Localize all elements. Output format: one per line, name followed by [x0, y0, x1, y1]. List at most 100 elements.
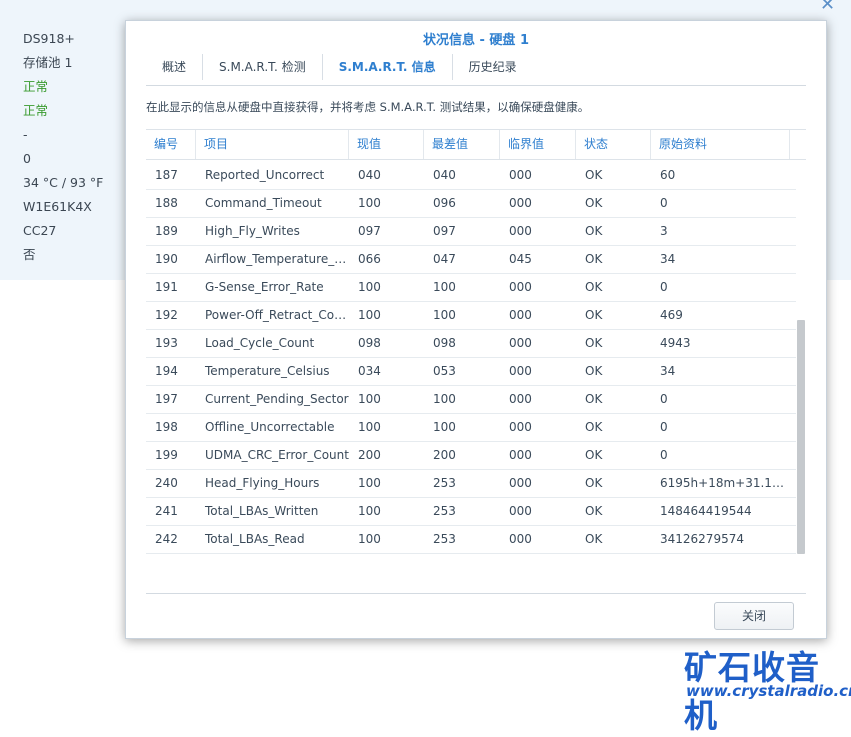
table-cell: OK	[585, 532, 603, 546]
table-cell: 100	[358, 392, 381, 406]
table-cell: Total_LBAs_Read	[205, 532, 305, 546]
table-row[interactable]: 193 Load_Cycle_Count 098 098 000 OK 4943	[146, 330, 796, 358]
background-info-item: 34 °C / 93 °F	[23, 175, 104, 190]
table-cell: 192	[155, 308, 178, 322]
table-cell: 000	[509, 476, 532, 490]
table-cell: 000	[509, 196, 532, 210]
close-button[interactable]: 关闭	[714, 602, 794, 630]
table-cell: G-Sense_Error_Rate	[205, 280, 324, 294]
table-row[interactable]: 241 Total_LBAs_Written 100 253 000 OK 14846441…	[146, 498, 796, 526]
table-cell: 197	[155, 392, 178, 406]
close-icon[interactable]: ✕	[820, 0, 835, 15]
table-cell: 100	[433, 420, 456, 434]
column-header-3[interactable]: 最差值	[424, 130, 500, 159]
table-row[interactable]: 191 G-Sense_Error_Rate 100 100 000 OK 0	[146, 274, 796, 302]
column-header-4[interactable]: 临界值	[500, 130, 576, 159]
table-cell: OK	[585, 504, 603, 518]
table-row[interactable]: 190 Airflow_Temperature_Cel 066 047 045 OK 34	[146, 246, 796, 274]
table-cell: 045	[509, 252, 532, 266]
table-cell: OK	[585, 336, 603, 350]
table-cell: UDMA_CRC_Error_Count	[205, 448, 349, 462]
table-cell: OK	[585, 224, 603, 238]
tab-2[interactable]: S.M.A.R.T. 信息	[321, 54, 452, 80]
table-row[interactable]: 189 High_Fly_Writes 097 097 000 OK 3	[146, 218, 796, 246]
column-header-0[interactable]: 编号	[146, 130, 196, 159]
table-cell: 100	[433, 308, 456, 322]
smart-table-body[interactable]: 242 Total_LBAs_Read 100 253 000 OK 34126279574…	[146, 162, 806, 555]
table-row[interactable]: 198 Offline_Uncorrectable 100 100 000 OK 0	[146, 414, 796, 442]
table-cell: OK	[585, 476, 603, 490]
table-cell: 0	[660, 448, 668, 462]
table-cell: Offline_Uncorrectable	[205, 420, 335, 434]
table-row[interactable]: 192 Power-Off_Retract_Count 100 100 000 OK 469	[146, 302, 796, 330]
table-cell: OK	[585, 168, 603, 182]
table-cell: 6195h+18m+31.123s	[660, 476, 790, 490]
table-cell: 253	[433, 476, 456, 490]
table-cell: 097	[433, 224, 456, 238]
table-cell: 047	[433, 252, 456, 266]
table-cell: 000	[509, 336, 532, 350]
table-cell: 0	[660, 392, 668, 406]
table-cell: OK	[585, 392, 603, 406]
table-cell: 097	[358, 224, 381, 238]
table-cell: 100	[358, 532, 381, 546]
table-cell: 000	[509, 448, 532, 462]
table-cell: 100	[358, 420, 381, 434]
table-cell: 3	[660, 224, 668, 238]
table-cell: 148464419544	[660, 504, 752, 518]
background-info-item: DS918+	[23, 31, 75, 46]
table-row[interactable]: 197 Current_Pending_Sector 100 100 000 OK 0	[146, 386, 796, 414]
table-cell: 191	[155, 280, 178, 294]
column-header-6[interactable]: 原始资料	[651, 130, 790, 159]
table-cell: 0	[660, 280, 668, 294]
scrollbar-thumb[interactable]	[797, 320, 805, 554]
table-cell: Power-Off_Retract_Count	[205, 308, 349, 322]
column-header-1[interactable]: 项目	[196, 130, 349, 159]
table-cell: Command_Timeout	[205, 196, 322, 210]
column-header-5[interactable]: 状态	[576, 130, 651, 159]
table-cell: 199	[155, 448, 178, 462]
table-cell: 0	[660, 196, 668, 210]
table-cell: 100	[358, 280, 381, 294]
column-header-2[interactable]: 现值	[349, 130, 424, 159]
table-header: 编号 项目 现值 最差值 临界值 状态 原始资料	[146, 129, 806, 160]
table-cell: 000	[509, 504, 532, 518]
table-cell: 253	[433, 532, 456, 546]
table-row[interactable]: 240 Head_Flying_Hours 100 253 000 OK 6195h+18m…	[146, 470, 796, 498]
background-info-item: -	[23, 127, 28, 142]
table-cell: OK	[585, 448, 603, 462]
table-cell: 096	[433, 196, 456, 210]
tab-3[interactable]: 历史纪录	[451, 54, 533, 80]
table-cell: Total_LBAs_Written	[205, 504, 319, 518]
table-cell: Reported_Uncorrect	[205, 168, 325, 182]
background-info-item: CC27	[23, 223, 57, 238]
table-cell: 253	[433, 504, 456, 518]
table-cell: Head_Flying_Hours	[205, 476, 320, 490]
table-row[interactable]: 199 UDMA_CRC_Error_Count 200 200 000 OK 0	[146, 442, 796, 470]
table-cell: 242	[155, 532, 178, 546]
table-cell: 100	[433, 280, 456, 294]
table-cell: 194	[155, 364, 178, 378]
table-row[interactable]: 188 Command_Timeout 100 096 000 OK 0	[146, 190, 796, 218]
table-cell: 000	[509, 168, 532, 182]
description-text: 在此显示的信息从硬盘中直接获得，并将考虑 S.M.A.R.T. 测试结果，以确保…	[146, 100, 590, 114]
table-cell: 000	[509, 420, 532, 434]
table-cell: 040	[433, 168, 456, 182]
health-info-dialog: 状况信息 - 硬盘 1 概述 S.M.A.R.T. 检测 S.M.A.R.T. 信息…	[125, 20, 827, 639]
table-cell: 188	[155, 196, 178, 210]
table-row[interactable]: 187 Reported_Uncorrect 040 040 000 OK 60	[146, 162, 796, 190]
table-cell: 000	[509, 280, 532, 294]
table-cell: 100	[433, 392, 456, 406]
table-row[interactable]: 194 Temperature_Celsius 034 053 000 OK 34	[146, 358, 796, 386]
table-cell: 200	[358, 448, 381, 462]
table-cell: OK	[585, 252, 603, 266]
table-cell: 469	[660, 308, 683, 322]
table-cell: OK	[585, 280, 603, 294]
table-cell: 34126279574	[660, 532, 744, 546]
tab-0[interactable]: 概述	[146, 54, 202, 80]
table-cell: 066	[358, 252, 381, 266]
background-info-item: 否	[23, 247, 36, 262]
table-cell: Temperature_Celsius	[205, 364, 330, 378]
tab-1[interactable]: S.M.A.R.T. 检测	[202, 54, 322, 80]
table-row[interactable]: 242 Total_LBAs_Read 100 253 000 OK 34126279574	[146, 526, 796, 554]
